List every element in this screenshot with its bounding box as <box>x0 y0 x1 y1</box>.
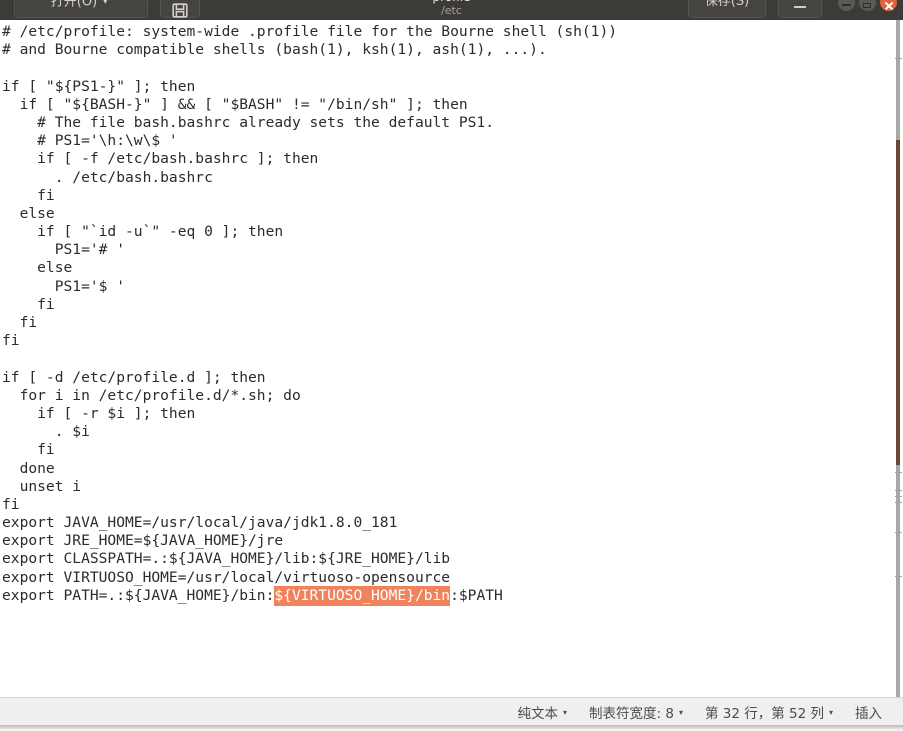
insert-mode-label: 插入 <box>855 705 882 722</box>
chevron-down-icon: ▾ <box>103 0 108 6</box>
document-text[interactable]: # /etc/profile: system-wide .profile fil… <box>0 23 618 606</box>
scroll-mark <box>895 576 902 577</box>
window-controls <box>838 0 897 11</box>
scroll-mark <box>895 490 902 491</box>
gedit-window: 打开(O)▾ profile /etc 保存(S) # /etc/profil <box>0 0 903 731</box>
scroll-mark <box>895 58 902 59</box>
vertical-scrollbar[interactable] <box>890 20 903 697</box>
chevron-down-icon: ▾ <box>828 707 833 717</box>
open-button-label: 打开(O) <box>50 0 98 10</box>
save-icon <box>172 3 188 18</box>
insert-mode-indicator[interactable]: 插入 <box>844 702 893 722</box>
chevron-down-icon: ▾ <box>562 707 567 717</box>
selected-text-highlight[interactable]: ${VIRTUOSO_HOME}/bin <box>274 585 451 606</box>
title-bar: 打开(O)▾ profile /etc 保存(S) <box>0 0 903 20</box>
hamburger-minimize-button[interactable] <box>778 0 822 18</box>
minus-icon <box>794 6 806 8</box>
close-icon[interactable] <box>880 0 897 11</box>
scroll-mark <box>895 472 902 473</box>
save-icon-button[interactable] <box>160 0 200 18</box>
tab-width-label: 制表符宽度: 8 <box>589 705 674 722</box>
cursor-position-label: 第 32 行，第 52 列 <box>704 705 824 722</box>
save-button-label: 保存(S) <box>704 0 750 9</box>
chevron-down-icon: ▾ <box>678 707 683 717</box>
status-bar: 纯文本 ▾ 制表符宽度: 8 ▾ 第 32 行，第 52 列 ▾ 插入 <box>0 697 903 725</box>
window-drop-shadow <box>0 725 903 731</box>
file-type-selector[interactable]: 纯文本 ▾ <box>506 702 578 722</box>
scrollbar-marks <box>895 20 902 697</box>
open-button[interactable]: 打开(O) ▾ <box>14 0 148 18</box>
text-editor-area[interactable]: # /etc/profile: system-wide .profile fil… <box>0 20 903 697</box>
code-before-selection: # /etc/profile: system-wide .profile fil… <box>2 23 618 604</box>
scroll-mark <box>895 496 902 497</box>
maximize-icon[interactable] <box>859 0 876 11</box>
cursor-position-selector[interactable]: 第 32 行，第 52 列 ▾ <box>694 702 844 722</box>
scroll-mark <box>895 532 902 533</box>
code-after-selection: :$PATH <box>450 586 503 604</box>
save-button[interactable]: 保存(S) <box>688 0 766 18</box>
minimize-icon[interactable] <box>838 0 855 11</box>
tab-width-selector[interactable]: 制表符宽度: 8 ▾ <box>578 702 694 722</box>
scroll-mark <box>895 502 902 503</box>
file-type-label: 纯文本 <box>517 705 558 722</box>
